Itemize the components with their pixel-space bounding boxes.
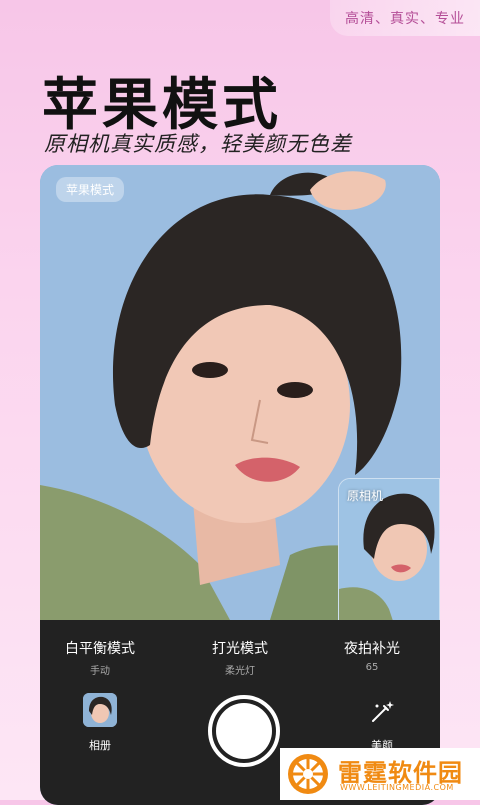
watermark: 雷霆软件园 WWW.LEITINGMEDIA.COM xyxy=(280,748,480,800)
option-name: 白平衡模式 xyxy=(65,641,135,657)
night-fill-light-option[interactable]: 夜拍补光 65 xyxy=(312,638,432,673)
original-camera-preview[interactable]: 原相机 xyxy=(338,478,440,625)
lighting-mode-option[interactable]: 打光模式 柔光灯 xyxy=(180,638,300,677)
option-value: 柔光灯 xyxy=(225,666,255,677)
tagline-badge: 高清、真实、专业 xyxy=(330,0,480,36)
option-name: 打光模式 xyxy=(212,641,268,657)
magic-wand-icon[interactable] xyxy=(368,698,396,726)
mode-tag: 苹果模式 xyxy=(56,177,125,202)
white-balance-option[interactable]: 白平衡模式 手动 xyxy=(40,638,160,677)
option-value: 手动 xyxy=(90,666,110,677)
inset-label: 原相机 xyxy=(347,489,384,503)
shutter-inner xyxy=(216,703,272,759)
shutter-button[interactable] xyxy=(208,695,280,767)
camera-preview-card: 苹果模式 原相机 白平衡模式 手动 打光模式 柔光灯 夜拍补光 65 相册 美颜 xyxy=(40,165,440,805)
option-value: 65 xyxy=(365,662,379,673)
album-label: 相册 xyxy=(89,739,111,752)
album-thumbnail[interactable] xyxy=(83,693,117,727)
watermark-logo-icon xyxy=(288,754,328,794)
page-subtitle: 原相机真实质感，轻美颜无色差 xyxy=(44,132,352,156)
watermark-url: WWW.LEITINGMEDIA.COM xyxy=(340,783,454,792)
option-name: 夜拍补光 xyxy=(344,641,400,657)
